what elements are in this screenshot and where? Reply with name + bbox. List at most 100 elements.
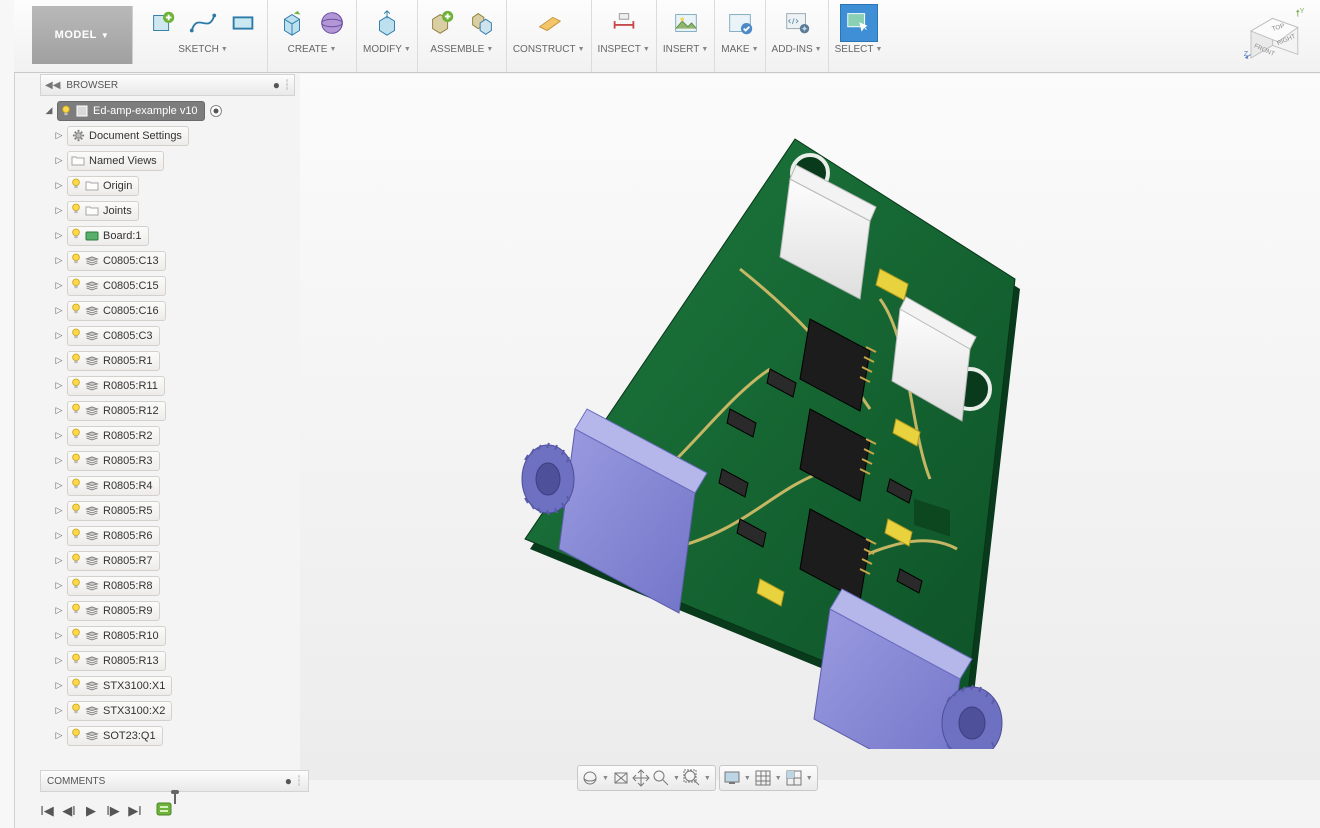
lightbulb-icon[interactable] (71, 502, 81, 519)
tree-item[interactable]: ▷R0805:R8 (40, 573, 295, 598)
pan-icon[interactable] (631, 768, 651, 788)
zoom-icon[interactable] (651, 768, 671, 788)
display-settings-icon[interactable] (722, 768, 742, 788)
tree-item[interactable]: ▷Named Views (40, 148, 295, 173)
tree-item[interactable]: ▷R0805:R3 (40, 448, 295, 473)
plane-icon[interactable] (531, 5, 567, 41)
tree-item[interactable]: ▷R0805:R12 (40, 398, 295, 423)
expand-icon[interactable]: ▷ (54, 505, 64, 516)
extrude-icon[interactable] (274, 5, 310, 41)
expand-icon[interactable]: ▷ (54, 580, 64, 591)
lightbulb-icon[interactable] (71, 352, 81, 369)
timeline-start-icon[interactable]: I◀ (40, 804, 54, 818)
tree-item[interactable]: ▷Origin (40, 173, 295, 198)
expand-icon[interactable]: ▷ (54, 480, 64, 491)
comments-settings-icon[interactable]: ● (285, 774, 292, 788)
expand-icon[interactable]: ▷ (54, 405, 64, 416)
viewport-layout-icon[interactable] (784, 768, 804, 788)
spline-icon[interactable] (185, 5, 221, 41)
expand-icon[interactable]: ▷ (54, 605, 64, 616)
tree-item[interactable]: ▷R0805:R4 (40, 473, 295, 498)
lightbulb-icon[interactable] (71, 552, 81, 569)
lightbulb-icon[interactable] (71, 652, 81, 669)
lightbulb-icon[interactable] (71, 302, 81, 319)
rectangle-icon[interactable] (225, 5, 261, 41)
tree-item[interactable]: ▷Board:1 (40, 223, 295, 248)
select-tool-icon[interactable] (840, 4, 878, 42)
expand-icon[interactable]: ▷ (54, 380, 64, 391)
expand-icon[interactable]: ▷ (54, 730, 64, 741)
timeline-step-fwd-icon[interactable]: I▶ (106, 804, 120, 818)
tree-item[interactable]: ▷R0805:R9 (40, 598, 295, 623)
lightbulb-icon[interactable] (71, 252, 81, 269)
sphere-icon[interactable] (314, 5, 350, 41)
timeline-feature[interactable] (156, 800, 174, 818)
timeline-play-icon[interactable]: ▶ (84, 804, 98, 818)
workspace-switcher[interactable]: MODEL▼ (32, 6, 133, 64)
expand-icon[interactable]: ▷ (54, 430, 64, 441)
view-cube[interactable]: Y Z TOP FRONT RIGHT (1242, 4, 1314, 76)
lightbulb-icon[interactable] (61, 104, 71, 118)
lightbulb-icon[interactable] (71, 327, 81, 344)
collapse-icon[interactable]: ◀◀ (45, 80, 60, 91)
tree-item[interactable]: ▷R0805:R2 (40, 423, 295, 448)
expand-icon[interactable]: ▷ (54, 355, 64, 366)
lightbulb-icon[interactable] (71, 227, 81, 244)
lightbulb-icon[interactable] (71, 627, 81, 644)
tree-item[interactable]: ▷SOT23:Q1 (40, 723, 295, 748)
lightbulb-icon[interactable] (71, 377, 81, 394)
joint-icon[interactable] (464, 5, 500, 41)
lightbulb-icon[interactable] (71, 727, 81, 744)
expand-icon[interactable]: ▷ (54, 330, 64, 341)
expand-icon[interactable]: ▷ (54, 455, 64, 466)
lightbulb-icon[interactable] (71, 677, 81, 694)
new-component-icon[interactable] (424, 5, 460, 41)
tree-item[interactable]: ▷R0805:R6 (40, 523, 295, 548)
tree-root-row[interactable]: ◢ Ed-amp-example v10 (40, 98, 295, 123)
tree-item[interactable]: ▷STX3100:X2 (40, 698, 295, 723)
comments-header[interactable]: COMMENTS ● ┆ (40, 770, 309, 792)
tree-item[interactable]: ▷R0805:R1 (40, 348, 295, 373)
tree-item[interactable]: ▷R0805:R7 (40, 548, 295, 573)
tree-item[interactable]: ▷Joints (40, 198, 295, 223)
tree-item[interactable]: ▷R0805:R10 (40, 623, 295, 648)
orbit-icon[interactable] (580, 768, 600, 788)
browser-settings-icon[interactable]: ● (273, 78, 280, 92)
expand-icon[interactable]: ▷ (54, 130, 64, 141)
expand-icon[interactable]: ▷ (54, 205, 64, 216)
fit-icon[interactable] (682, 768, 702, 788)
lightbulb-icon[interactable] (71, 702, 81, 719)
timeline-end-icon[interactable]: ▶I (128, 804, 142, 818)
expand-icon[interactable]: ▷ (54, 680, 64, 691)
press-pull-icon[interactable] (369, 5, 405, 41)
activate-radio-icon[interactable] (209, 104, 223, 118)
expand-icon[interactable]: ▷ (54, 630, 64, 641)
tree-item[interactable]: ▷C0805:C3 (40, 323, 295, 348)
expand-icon[interactable]: ▷ (54, 230, 64, 241)
new-sketch-icon[interactable] (145, 5, 181, 41)
lightbulb-icon[interactable] (71, 477, 81, 494)
tree-item[interactable]: ▷R0805:R5 (40, 498, 295, 523)
lightbulb-icon[interactable] (71, 452, 81, 469)
lightbulb-icon[interactable] (71, 277, 81, 294)
expand-icon[interactable]: ▷ (54, 155, 64, 166)
lightbulb-icon[interactable] (71, 402, 81, 419)
tree-item[interactable]: ▷C0805:C13 (40, 248, 295, 273)
expand-icon[interactable]: ◢ (44, 105, 54, 116)
tree-item[interactable]: ▷Document Settings (40, 123, 295, 148)
tree-item[interactable]: ▷R0805:R13 (40, 648, 295, 673)
expand-icon[interactable]: ▷ (54, 705, 64, 716)
expand-icon[interactable]: ▷ (54, 655, 64, 666)
timeline-step-back-icon[interactable]: ◀I (62, 804, 76, 818)
expand-icon[interactable]: ▷ (54, 530, 64, 541)
lightbulb-icon[interactable] (71, 527, 81, 544)
insert-decal-icon[interactable] (668, 5, 704, 41)
browser-header[interactable]: ◀◀ BROWSER ● ┆ (40, 74, 295, 96)
lightbulb-icon[interactable] (71, 177, 81, 194)
grid-settings-icon[interactable] (753, 768, 773, 788)
lightbulb-icon[interactable] (71, 577, 81, 594)
tree-item[interactable]: ▷C0805:C16 (40, 298, 295, 323)
tree-item[interactable]: ▷C0805:C15 (40, 273, 295, 298)
browser-resize-handle[interactable]: ┆ (284, 80, 290, 91)
model-viewport[interactable] (300, 74, 1320, 780)
